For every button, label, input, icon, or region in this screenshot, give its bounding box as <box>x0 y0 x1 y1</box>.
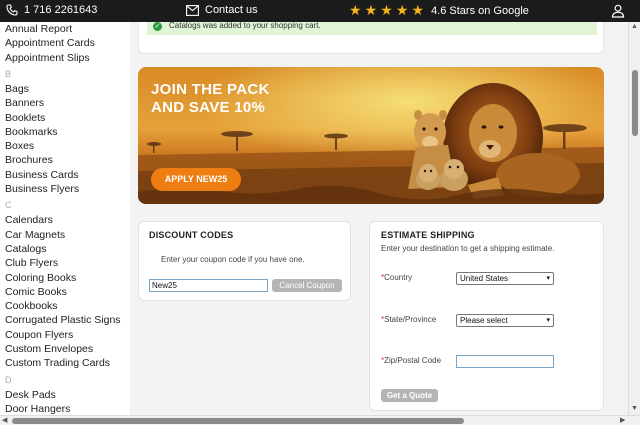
zip-label: *Zip/Postal Code <box>381 356 441 365</box>
google-rating[interactable]: ★ ★ ★ ★ ★ 4.6 Stars on Google <box>349 3 529 18</box>
scroll-down-arrow-icon[interactable]: ▼ <box>631 405 638 412</box>
estimate-shipping-title: ESTIMATE SHIPPING <box>381 230 475 240</box>
category-sidebar: Annual Report Appointment Cards Appointmen… <box>0 22 130 415</box>
sidebar-item-banners[interactable]: Banners <box>5 97 44 109</box>
contact-us-link[interactable]: Contact us <box>186 4 258 16</box>
phone-icon <box>6 4 18 16</box>
star-rating: ★ ★ ★ ★ ★ <box>349 3 424 18</box>
apply-coupon-button[interactable]: APPLY NEW25 <box>151 168 241 191</box>
country-select-value: United States <box>460 274 509 283</box>
vertical-scrollbar[interactable]: ▲ ▼ <box>628 22 640 415</box>
discount-codes-title: DISCOUNT CODES <box>149 230 234 240</box>
country-label: *Country <box>381 273 412 282</box>
sidebar-item-desk-pads[interactable]: Desk Pads <box>5 389 56 401</box>
sidebar-item-boxes[interactable]: Boxes <box>5 140 34 152</box>
main-content: ✓ Catalogs was added to your shopping ca… <box>130 22 628 415</box>
zip-postal-code-input[interactable] <box>456 355 554 368</box>
cart-alert-card: ✓ Catalogs was added to your shopping ca… <box>138 22 604 54</box>
cancel-coupon-button[interactable]: Cancel Coupon <box>272 279 342 292</box>
sidebar-item-booklets[interactable]: Booklets <box>5 112 45 124</box>
star-icon: ★ <box>395 2 409 18</box>
get-a-quote-button[interactable]: Get a Quote <box>381 389 438 402</box>
banner-headline-line2: AND SAVE 10% <box>151 99 266 116</box>
horizontal-scroll-thumb[interactable] <box>12 418 464 424</box>
star-icon: ★ <box>380 2 393 18</box>
sidebar-item-cookbooks[interactable]: Cookbooks <box>5 300 58 312</box>
horizontal-scrollbar[interactable]: ◀ ▶ <box>0 415 640 425</box>
vertical-scroll-thumb[interactable] <box>632 70 638 136</box>
phone-link[interactable]: 1 716 2261643 <box>6 4 97 16</box>
sidebar-item-bags[interactable]: Bags <box>5 83 29 95</box>
rating-text: 4.6 Stars on Google <box>431 4 529 17</box>
country-label-text: Country <box>384 273 413 282</box>
sidebar-item-appointment-slips[interactable]: Appointment Slips <box>5 52 90 64</box>
state-select-value: Please select <box>460 316 508 325</box>
state-label-text: State/Province <box>384 315 437 324</box>
cart-success-alert: ✓ Catalogs was added to your shopping ca… <box>147 22 597 35</box>
discount-hint: Enter your coupon code if you have one. <box>161 255 305 264</box>
sidebar-item-business-flyers[interactable]: Business Flyers <box>5 183 79 195</box>
star-icon: ★ <box>364 2 378 18</box>
sidebar-item-door-hangers[interactable]: Door Hangers <box>5 403 70 415</box>
banner-headline-line1: JOIN THE PACK <box>151 81 270 98</box>
sidebar-item-brochures[interactable]: Brochures <box>5 154 53 166</box>
alert-text: Catalogs was added to your shopping cart… <box>169 22 321 30</box>
sidebar-item-custom-envelopes[interactable]: Custom Envelopes <box>5 343 93 355</box>
sidebar-item-comic-books[interactable]: Comic Books <box>5 286 67 298</box>
country-select[interactable]: United States ▾ <box>456 272 554 285</box>
phone-number: 1 716 2261643 <box>24 4 98 16</box>
sidebar-item-business-cards[interactable]: Business Cards <box>5 169 79 181</box>
chevron-down-icon: ▾ <box>546 317 550 324</box>
scroll-left-arrow-icon[interactable]: ◀ <box>2 416 7 424</box>
state-select[interactable]: Please select ▾ <box>456 314 554 327</box>
star-icon: ★ <box>349 2 362 18</box>
top-bar: 1 716 2261643 Contact us ★ ★ ★ ★ ★ 4.6 S… <box>0 0 640 22</box>
mail-icon <box>186 4 199 16</box>
estimate-shipping-subtitle: Enter your destination to get a shipping… <box>381 244 555 253</box>
sidebar-section-letter: C <box>5 200 12 211</box>
zip-label-text: Zip/Postal Code <box>384 356 442 365</box>
sidebar-section-letter: D <box>5 374 12 385</box>
coupon-code-input[interactable]: New25 <box>149 279 268 292</box>
sidebar-item-appointment-cards[interactable]: Appointment Cards <box>5 37 95 49</box>
sidebar-item-bookmarks[interactable]: Bookmarks <box>5 126 58 138</box>
scroll-right-arrow-icon[interactable]: ▶ <box>620 416 625 424</box>
user-account-icon[interactable] <box>611 4 625 18</box>
sidebar-item-car-magnets[interactable]: Car Magnets <box>5 229 65 241</box>
checkmark-icon: ✓ <box>153 22 162 31</box>
sidebar-section-letter: B <box>5 68 12 79</box>
sidebar-item-calendars[interactable]: Calendars <box>5 214 53 226</box>
contact-label: Contact us <box>205 4 258 16</box>
sidebar-item-club-flyers[interactable]: Club Flyers <box>5 257 58 269</box>
scroll-up-arrow-icon[interactable]: ▲ <box>631 23 638 30</box>
estimate-shipping-card: ESTIMATE SHIPPING Enter your destination… <box>369 221 604 411</box>
discount-codes-card: DISCOUNT CODES Enter your coupon code if… <box>138 221 351 301</box>
sidebar-item-catalogs[interactable]: Catalogs <box>5 243 46 255</box>
sidebar-item-corrugated-plastic-signs[interactable]: Corrugated Plastic Signs <box>5 314 121 326</box>
sidebar-item-annual-report[interactable]: Annual Report <box>5 23 72 35</box>
promo-banner[interactable]: JOIN THE PACK AND SAVE 10% APPLY NEW25 <box>138 67 604 204</box>
star-icon: ★ <box>411 2 425 18</box>
state-label: *State/Province <box>381 315 436 324</box>
sidebar-item-custom-trading-cards[interactable]: Custom Trading Cards <box>5 357 110 369</box>
sidebar-item-coloring-books[interactable]: Coloring Books <box>5 272 76 284</box>
banner-headline: JOIN THE PACK AND SAVE 10% <box>151 81 270 117</box>
chevron-down-icon: ▾ <box>546 275 550 282</box>
sidebar-item-coupon-flyers[interactable]: Coupon Flyers <box>5 329 73 341</box>
